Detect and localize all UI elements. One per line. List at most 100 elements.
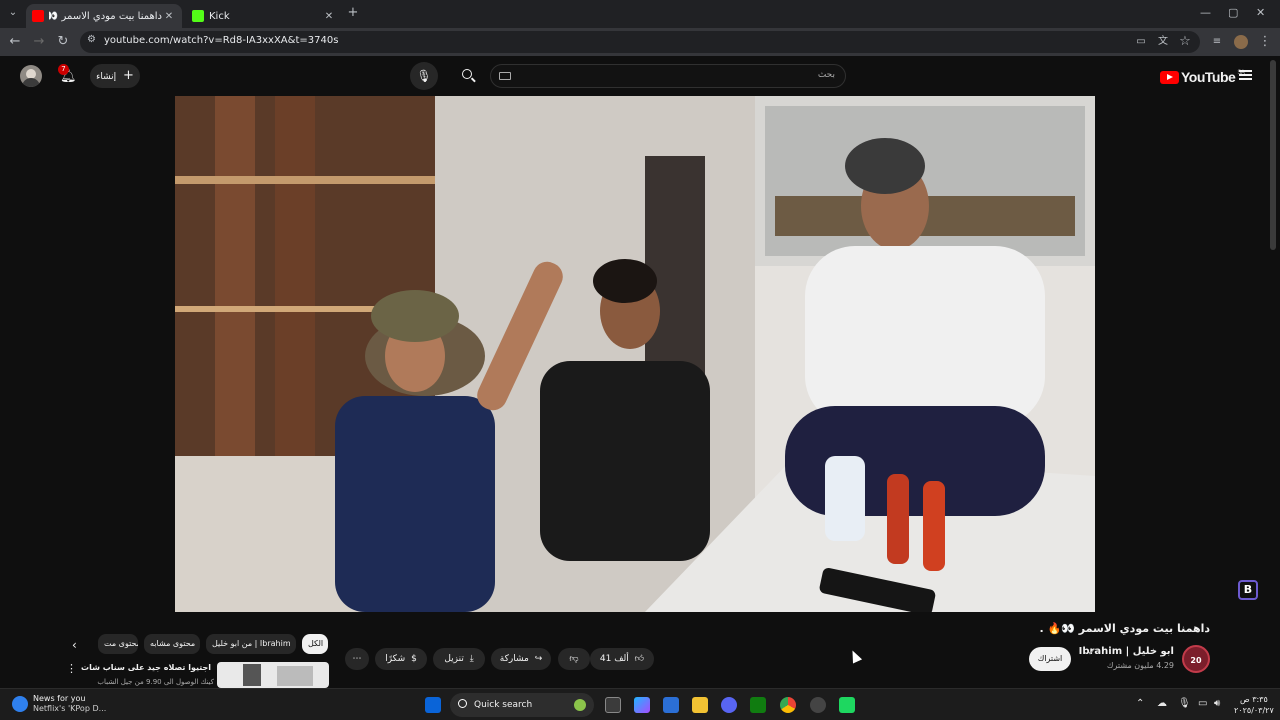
plus-icon: + bbox=[122, 68, 134, 83]
task-view-icon[interactable] bbox=[605, 697, 621, 713]
translate-icon[interactable]: 文 bbox=[1154, 33, 1172, 51]
back-arrow-icon[interactable]: ← bbox=[6, 33, 24, 51]
download-icon: ⤓ bbox=[469, 654, 474, 664]
bookmark-star-icon[interactable]: ☆ bbox=[1176, 33, 1194, 51]
browser-tab-bar: ⌄ داهمنا بيت مودي الاسمر 👀 ا ✕ Kick ✕ + … bbox=[0, 0, 1280, 28]
share-arrow-icon: ↪ bbox=[534, 654, 543, 664]
reload-icon[interactable]: ↻ bbox=[54, 33, 72, 51]
guide-menu-icon[interactable] bbox=[1239, 70, 1252, 80]
profile-avatar-icon[interactable] bbox=[1232, 33, 1250, 51]
tab-title: داهمنا بيت مودي الاسمر 👀 ا bbox=[49, 10, 162, 22]
thumbs-up-icon: 👍︎ bbox=[634, 654, 645, 664]
copilot-icon[interactable] bbox=[634, 697, 650, 713]
tab-title: Kick bbox=[209, 10, 230, 22]
create-button[interactable]: إنشاء + bbox=[90, 64, 140, 88]
close-icon[interactable]: ✕ bbox=[162, 11, 176, 22]
browser-toolbar: ← → ↻ ⚙ youtube.com/watch?v=Rd8-IA3xxXA&… bbox=[0, 28, 1280, 56]
youtube-logo[interactable]: YouTube SA bbox=[1160, 69, 1245, 85]
notifications-button[interactable]: 🔔︎ 7 bbox=[57, 64, 77, 86]
chip-related[interactable]: محتوى مشابه bbox=[144, 634, 200, 654]
microphone-icon: 🎙︎ bbox=[416, 69, 432, 83]
search-icon bbox=[458, 699, 467, 708]
search-input[interactable]: بحث bbox=[490, 64, 846, 88]
kick-favicon-icon bbox=[192, 10, 204, 22]
search-button[interactable] bbox=[458, 67, 478, 85]
mouse-cursor-icon bbox=[847, 648, 863, 664]
account-avatar[interactable] bbox=[20, 65, 42, 87]
news-widget[interactable]: News for you Netflix's 'KPop D... bbox=[12, 694, 106, 714]
download-button[interactable]: تنزيل ⤓ bbox=[433, 648, 485, 670]
close-window-icon[interactable]: ✕ bbox=[1256, 6, 1265, 19]
url-text: youtube.com/watch?v=Rd8-IA3xxXA&t=3740s bbox=[104, 35, 339, 46]
discord-icon[interactable] bbox=[721, 697, 737, 713]
mic-tray-icon[interactable]: 🎙︎ bbox=[1178, 698, 1191, 709]
clock-date: ٢٠٢٥/٠٣/٢٧ bbox=[1234, 706, 1274, 715]
like-button[interactable]: 41 ألف 👍︎ bbox=[590, 648, 654, 670]
tab-kick[interactable]: Kick ✕ bbox=[186, 4, 342, 28]
chrome-icon[interactable] bbox=[780, 697, 796, 713]
windows-taskbar: News for you Netflix's 'KPop D... Quick … bbox=[0, 688, 1280, 720]
file-explorer-icon[interactable] bbox=[692, 697, 708, 713]
xbox-icon[interactable] bbox=[750, 697, 766, 713]
taskbar-search-label: Quick search bbox=[474, 700, 533, 710]
taskbar-search[interactable]: Quick search bbox=[450, 693, 594, 717]
news-title: News for you bbox=[33, 694, 86, 703]
download-label: تنزيل bbox=[444, 654, 464, 664]
recommendation-subtitle: كينك الوصول الى 9.90 من جيل الشباب مع bbox=[96, 678, 214, 686]
network-icon[interactable]: ▭ bbox=[1198, 698, 1207, 709]
create-label: إنشاء bbox=[96, 72, 117, 82]
verified-icon: ✔ bbox=[1088, 648, 1095, 657]
new-tab-button[interactable]: + bbox=[344, 4, 362, 22]
browser-menu-icon[interactable]: ⋮ bbox=[1256, 33, 1274, 51]
news-subtitle: Netflix's 'KPop D... bbox=[33, 704, 107, 713]
video-player[interactable] bbox=[175, 96, 1095, 612]
tab-search-icon[interactable]: ⌄ bbox=[4, 4, 22, 22]
recommendation-menu-icon[interactable]: ⋮ bbox=[66, 662, 77, 675]
volume-icon[interactable]: 🔊︎ bbox=[1214, 698, 1220, 709]
tray-chevron-up-icon[interactable]: ⌃ bbox=[1136, 698, 1144, 709]
share-button[interactable]: مشاركة ↪ bbox=[491, 648, 551, 670]
more-actions-button[interactable]: ⋯ bbox=[345, 648, 369, 670]
reading-list-icon[interactable]: ≡ bbox=[1208, 33, 1226, 51]
forward-arrow-icon[interactable]: → bbox=[30, 33, 48, 51]
maximize-icon[interactable]: ▢ bbox=[1228, 6, 1238, 19]
recommendation-title[interactable]: اجتيوا تصلاه جيد على سناب شات bbox=[81, 663, 211, 672]
thanks-label: شكرًا bbox=[385, 654, 406, 664]
keyboard-icon[interactable] bbox=[499, 72, 511, 80]
whatsapp-icon[interactable] bbox=[839, 697, 855, 713]
windows-start-icon[interactable] bbox=[425, 697, 441, 713]
chip-from-channel[interactable]: من ابو خليل | Ibrahim bbox=[206, 634, 296, 654]
store-icon[interactable] bbox=[663, 697, 679, 713]
address-bar[interactable]: ⚙ youtube.com/watch?v=Rd8-IA3xxXA&t=3740… bbox=[80, 31, 1200, 53]
dislike-button[interactable]: 👎︎ bbox=[558, 648, 590, 670]
voice-search-button[interactable]: 🎙︎ bbox=[410, 62, 438, 90]
tab-youtube[interactable]: داهمنا بيت مودي الاسمر 👀 ا ✕ bbox=[26, 4, 182, 28]
thumbs-down-icon: 👎︎ bbox=[569, 654, 579, 664]
subscriber-count: 4.29 مليون مشترك bbox=[1106, 661, 1174, 670]
more-horizontal-icon: ⋯ bbox=[352, 654, 362, 664]
close-icon[interactable]: ✕ bbox=[322, 11, 336, 22]
search-highlight-icon bbox=[574, 699, 586, 711]
page-scrollbar[interactable] bbox=[1270, 60, 1276, 250]
corner-badge: B bbox=[1238, 580, 1258, 600]
thanks-button[interactable]: شكرًا $ bbox=[375, 648, 427, 670]
youtube-play-icon bbox=[1160, 70, 1179, 84]
thanks-icon: $ bbox=[411, 654, 417, 664]
site-info-icon[interactable]: ⚙ bbox=[87, 34, 96, 45]
cast-icon[interactable]: ▭ bbox=[1132, 33, 1150, 51]
channel-avatar[interactable]: 20 bbox=[1182, 645, 1210, 673]
chevron-left-icon[interactable]: ‹ bbox=[72, 638, 77, 652]
youtube-header: 🔔︎ 7 إنشاء + 🎙︎ بحث YouTube SA bbox=[0, 56, 1280, 96]
recommendation-thumbnail[interactable] bbox=[217, 662, 329, 688]
minimize-icon[interactable]: — bbox=[1200, 6, 1211, 19]
clock-time: ٣:٣٥ ص bbox=[1239, 695, 1268, 704]
onedrive-cloud-icon[interactable]: ☁ bbox=[1157, 698, 1167, 709]
system-clock[interactable]: ٣:٣٥ ص ٢٠٢٥/٠٣/٢٧ bbox=[1234, 694, 1274, 716]
chip-all[interactable]: الكل bbox=[302, 634, 328, 654]
youtube-favicon-icon bbox=[32, 10, 44, 22]
like-count: 41 ألف bbox=[599, 654, 629, 664]
video-title: داهمنا بيت مودي الاسمر 👀🔥 . bbox=[1039, 622, 1210, 635]
chip-more[interactable]: محتوى مت bbox=[98, 634, 138, 654]
subscribe-button[interactable]: اشتراك bbox=[1029, 647, 1071, 671]
app-icon[interactable] bbox=[810, 697, 826, 713]
